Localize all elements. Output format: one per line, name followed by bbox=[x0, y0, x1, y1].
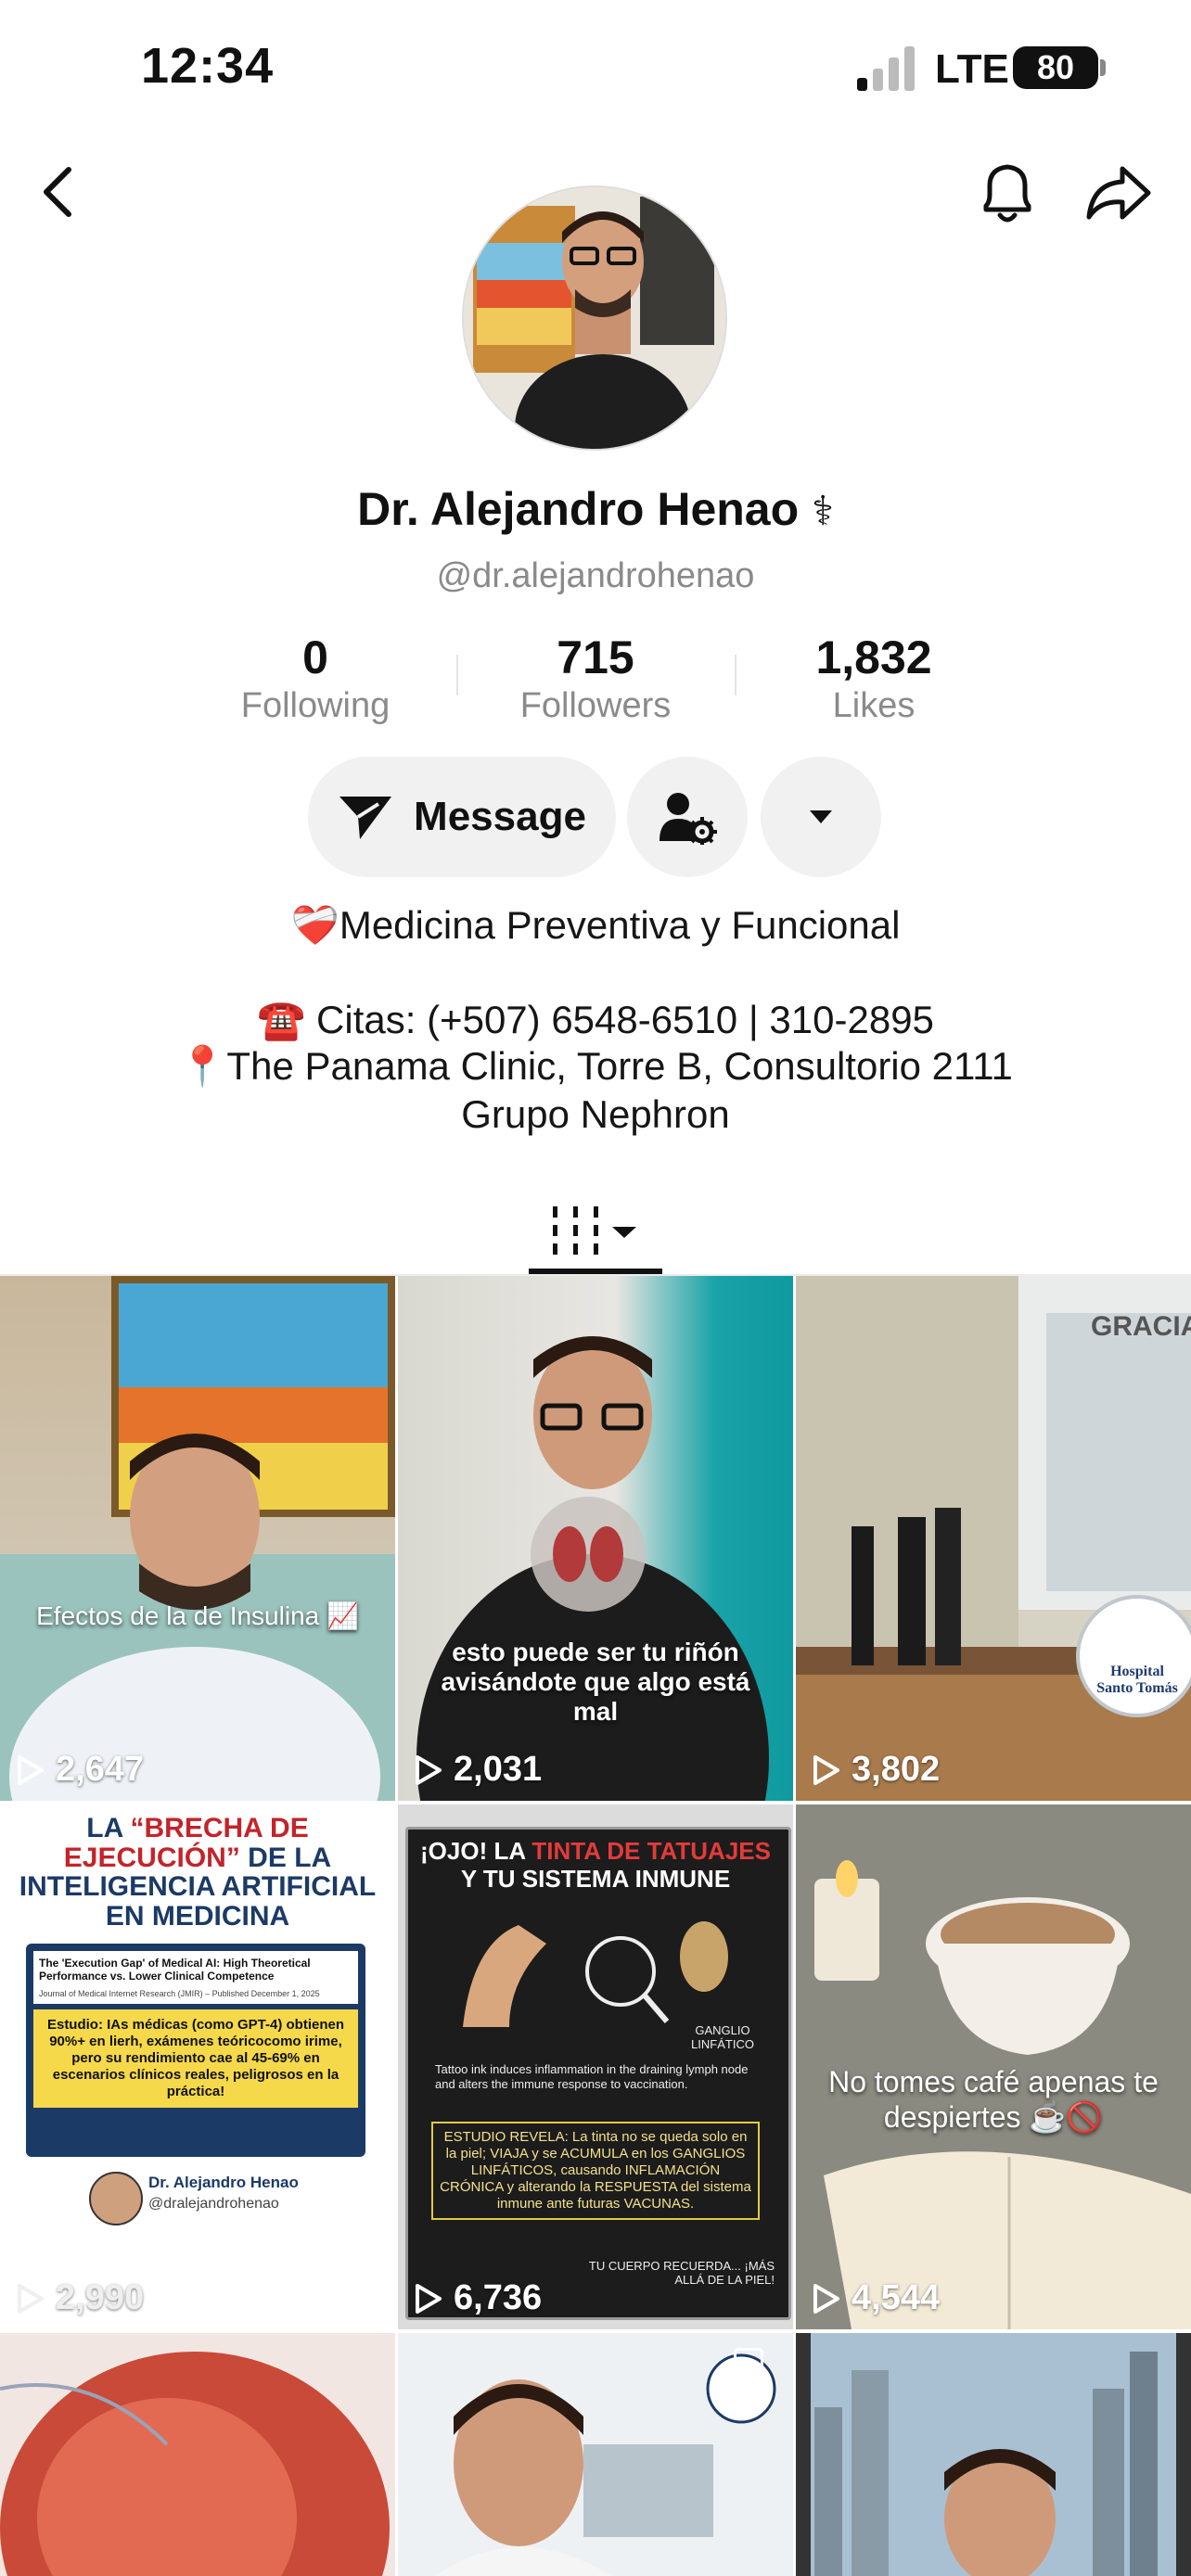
view-count-value: 2,990 bbox=[56, 2278, 145, 2317]
video-tile[interactable] bbox=[0, 2333, 395, 2576]
video-tile[interactable]: GRACIA Hospital Santo Tomás 3,802 bbox=[796, 1276, 1191, 1801]
play-icon bbox=[18, 2283, 44, 2314]
message-label: Message bbox=[414, 794, 586, 839]
video-tile[interactable]: Efectos de la de Insulina 📈 2,647 bbox=[0, 1276, 395, 1801]
view-count: 3,802 bbox=[813, 1750, 940, 1790]
bio-line: ❤️‍🩹Medicina Preventiva y Funcional bbox=[290, 903, 901, 947]
chevron-left-icon bbox=[44, 167, 71, 217]
message-button[interactable]: Message bbox=[308, 757, 616, 877]
headline-part: Y TU SISTEMA INMUNE bbox=[460, 1864, 731, 1893]
headline-part: ¡OJO! LA bbox=[420, 1837, 532, 1865]
tab-videos[interactable] bbox=[529, 1189, 662, 1272]
caret-down-icon bbox=[810, 810, 832, 823]
stat-value: 0 bbox=[302, 631, 328, 683]
study-card: The 'Execution Gap' of Medical AI: High … bbox=[26, 1944, 365, 2157]
video-caption: esto puede ser tu riñón avisándote que a… bbox=[441, 1638, 750, 1727]
video-tile[interactable]: LA “BRECHA DE EJECUCIÓN” DE LA INTELIGEN… bbox=[0, 1804, 395, 2329]
author-avatar bbox=[89, 2172, 143, 2225]
video-tile[interactable]: No tomes café apenas te despiertes ☕🚫 4,… bbox=[796, 1804, 1191, 2329]
video-thumbnail bbox=[796, 2333, 1191, 2576]
battery-icon: 80 bbox=[1013, 46, 1098, 89]
profile-name-row: Dr. Alejandro Henao ⚕ bbox=[0, 482, 1191, 536]
video-tile[interactable]: esto puede ser tu riñón avisándote que a… bbox=[398, 1276, 793, 1801]
bell-icon bbox=[983, 164, 1031, 223]
view-count: 2,990 bbox=[17, 2278, 144, 2318]
bio-line[interactable]: Grupo Nephron bbox=[0, 1092, 1191, 1137]
profile-handle: @dr.alejandrohenao bbox=[436, 556, 755, 595]
view-count-value: 2,031 bbox=[454, 1750, 543, 1789]
paper-source: Journal of Medical Internet Research (JM… bbox=[33, 1988, 358, 2004]
paper-plane-icon bbox=[339, 797, 392, 839]
profile-settings-button[interactable] bbox=[627, 757, 748, 877]
hospital-sign: Hospital Santo Tomás bbox=[1096, 1664, 1178, 1696]
battery-tip bbox=[1100, 59, 1106, 76]
slide-text: GRACIA bbox=[1091, 1311, 1191, 1342]
view-count-value: 2,647 bbox=[56, 1750, 145, 1789]
stat-likes[interactable]: 1,832 Likes bbox=[735, 631, 1013, 726]
battery-level: 80 bbox=[1036, 48, 1075, 86]
stat-following[interactable]: 0 Following bbox=[176, 631, 455, 726]
share-button[interactable] bbox=[1082, 156, 1156, 230]
stat-followers[interactable]: 715 Followers bbox=[456, 631, 735, 726]
person-gear-icon bbox=[660, 793, 717, 845]
play-icon bbox=[416, 2283, 442, 2314]
view-count: 2,647 bbox=[17, 1750, 144, 1790]
video-thumbnail bbox=[796, 1276, 1191, 1801]
back-button[interactable] bbox=[28, 158, 87, 226]
stat-label: Followers bbox=[519, 686, 672, 725]
profile-name: Dr. Alejandro Henao bbox=[357, 483, 800, 535]
headline-part: LA bbox=[86, 1813, 131, 1843]
view-count: 4,544 bbox=[813, 2278, 940, 2318]
stat-label: Likes bbox=[832, 686, 916, 725]
multi-photo-icon bbox=[734, 2348, 763, 2378]
video-thumbnail bbox=[0, 2352, 390, 2576]
view-count-value: 4,544 bbox=[852, 2278, 941, 2317]
signal-icon bbox=[857, 46, 915, 91]
grid-icon bbox=[553, 1206, 636, 1255]
stat-value: 1,832 bbox=[815, 631, 932, 683]
play-icon bbox=[416, 1754, 442, 1785]
footer-text: TU CUERPO RECUERDA... ¡MÁS ALLÁ DE LA PI… bbox=[588, 2259, 775, 2287]
network-label: LTE bbox=[935, 46, 1009, 92]
share-arrow-icon bbox=[1086, 166, 1151, 220]
play-icon bbox=[18, 1754, 44, 1785]
video-caption: No tomes café apenas te despiertes ☕🚫 bbox=[828, 2065, 1159, 2135]
view-count-value: 6,736 bbox=[454, 2278, 543, 2317]
video-tile[interactable] bbox=[796, 2333, 1191, 2576]
video-caption: Efectos de la de Insulina 📈 bbox=[36, 1601, 359, 1630]
bio-line: ☎️ Citas: (+507) 6548-6510 | 310-2895 bbox=[257, 998, 934, 1041]
video-thumbnail bbox=[0, 1276, 395, 1801]
video-tile[interactable]: ¡OJO! LA TINTA DE TATUAJES Y TU SISTEMA … bbox=[398, 1804, 793, 2329]
video-tile[interactable] bbox=[398, 2333, 793, 2576]
headline-red: TINTA DE TATUAJES bbox=[531, 1837, 771, 1865]
headline: LA “BRECHA DE EJECUCIÓN” DE LA INTELIGEN… bbox=[13, 1814, 382, 1931]
avatar-photo bbox=[464, 187, 725, 449]
bio-line: 📍The Panama Clinic, Torre B, Consultorio… bbox=[178, 1044, 1013, 1088]
caduceus-icon: ⚕ bbox=[812, 489, 834, 534]
paper-abstract: Tattoo ink induces inflammation in the d… bbox=[435, 2062, 749, 2091]
study-reveal: ESTUDIO REVELA: La tinta no se queda sol… bbox=[431, 2122, 760, 2220]
headline: ¡OJO! LA TINTA DE TATUAJES Y TU SISTEMA … bbox=[411, 1837, 780, 1894]
view-count: 2,031 bbox=[415, 1750, 542, 1790]
avatar[interactable] bbox=[462, 185, 727, 451]
play-icon bbox=[813, 2283, 839, 2314]
status-time: 12:34 bbox=[141, 38, 275, 94]
gland-label: GANGLIO LINFÁTICO bbox=[691, 2023, 754, 2051]
more-dropdown-button[interactable] bbox=[761, 757, 881, 877]
play-icon bbox=[813, 1754, 839, 1785]
view-count-value: 3,802 bbox=[852, 1750, 941, 1789]
study-text: Estudio: IAs médicas (como GPT-4) obtien… bbox=[33, 2009, 358, 2108]
tattoo-illustration bbox=[463, 1921, 728, 2027]
paper-title: The 'Execution Gap' of Medical AI: High … bbox=[33, 1951, 358, 1989]
author-handle: @dralejandrohenao bbox=[148, 2196, 279, 2212]
view-count: 6,736 bbox=[415, 2278, 542, 2318]
stat-value: 715 bbox=[557, 631, 634, 683]
notifications-button[interactable] bbox=[972, 156, 1043, 230]
stat-label: Following bbox=[240, 686, 391, 725]
author-name: Dr. Alejandro Henao bbox=[148, 2174, 299, 2191]
